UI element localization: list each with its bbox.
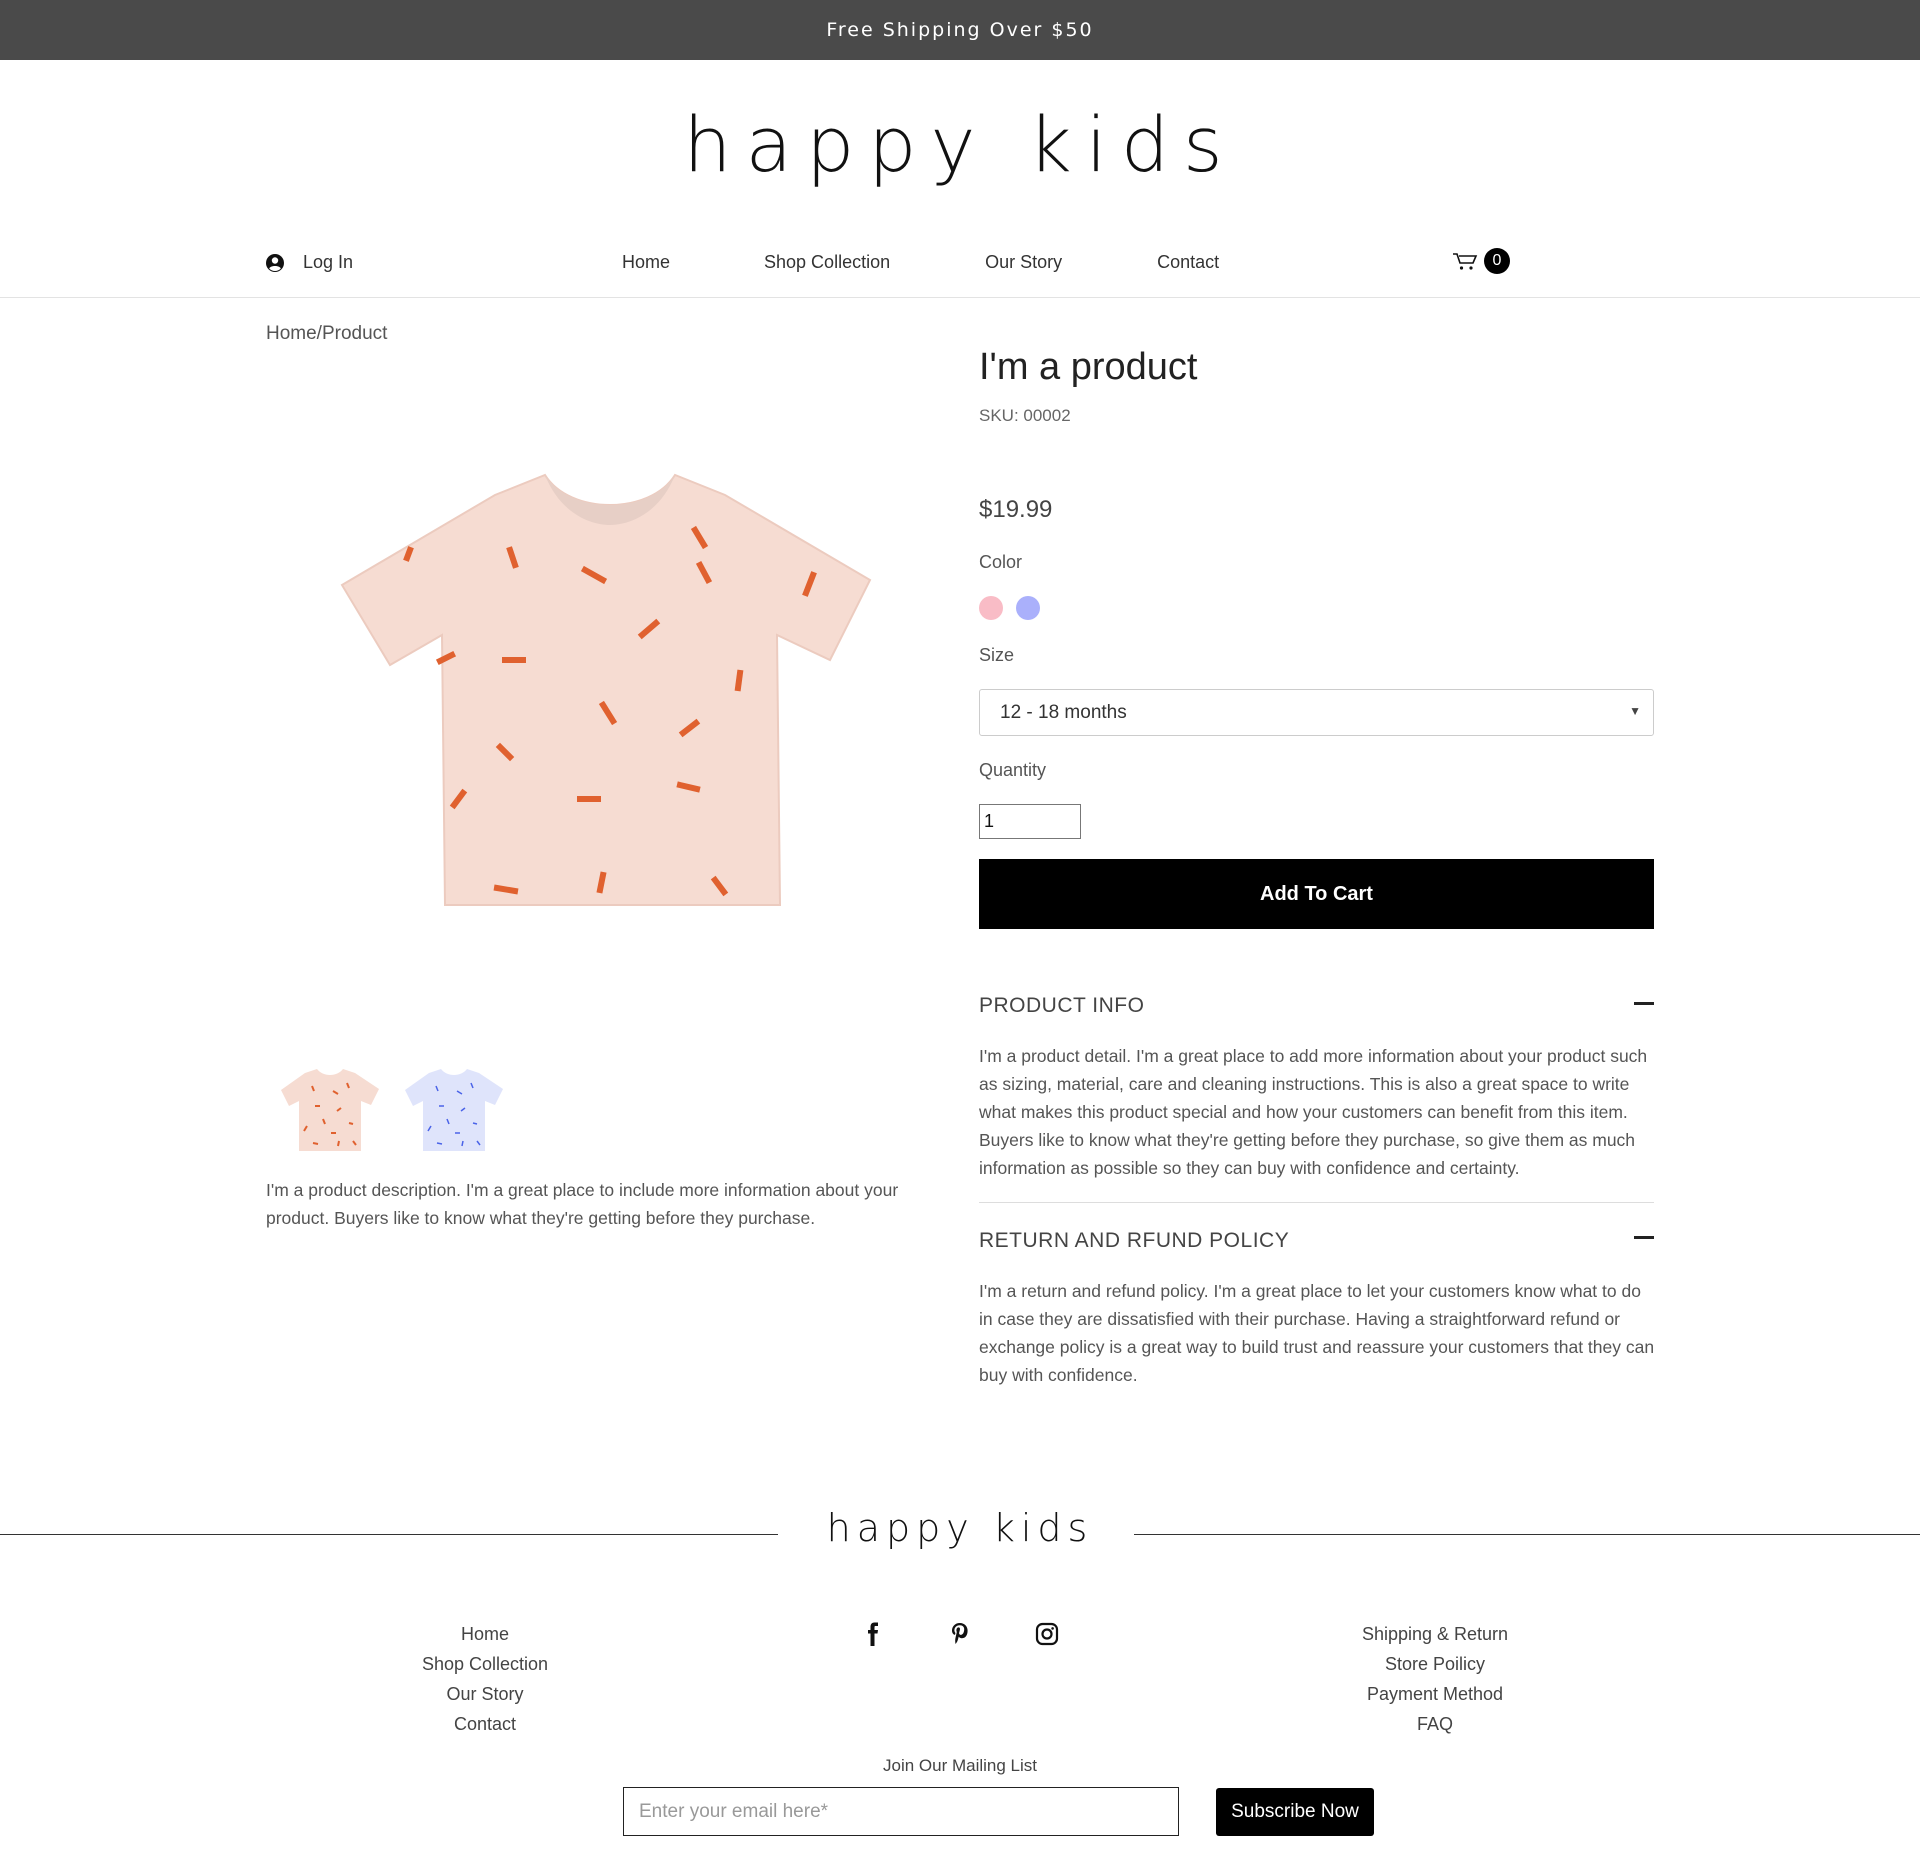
product-info-title[interactable]: PRODUCT INFO <box>979 994 1144 1018</box>
announcement-text: Free Shipping Over $50 <box>826 19 1094 41</box>
pinterest-icon[interactable] <box>948 1622 972 1646</box>
email-input[interactable]: Enter your email here* <box>623 1787 1179 1836</box>
product-sku: SKU: 00002 <box>979 406 1071 425</box>
site-logo[interactable]: happy kids <box>0 100 1920 189</box>
login-link[interactable]: Log In <box>265 252 353 273</box>
footer-link-store-policy[interactable]: Store Poilicy <box>1335 1649 1535 1679</box>
nav-item-our-story[interactable]: Our Story <box>985 252 1062 273</box>
footer-link-our-story[interactable]: Our Story <box>385 1679 585 1709</box>
subscribe-button[interactable]: Subscribe Now <box>1216 1788 1374 1836</box>
product-title: I'm a product <box>979 346 1198 388</box>
section-divider <box>979 1202 1654 1203</box>
product-thumbnail-blue[interactable] <box>401 1061 507 1157</box>
nav-menu: Home Shop Collection Our Story Contact <box>622 252 1219 273</box>
refund-policy-title[interactable]: RETURN AND RFUND POLICY <box>979 1229 1289 1253</box>
quantity-label: Quantity <box>979 760 1047 780</box>
footer-link-contact[interactable]: Contact <box>385 1709 585 1739</box>
color-swatch-blue[interactable] <box>1016 596 1040 620</box>
dropdown-arrow-icon: ▼ <box>1629 704 1641 718</box>
user-circle-icon <box>266 253 284 272</box>
footer-link-payment-method[interactable]: Payment Method <box>1335 1679 1535 1709</box>
size-select[interactable]: 12 - 18 months ▼ <box>979 689 1654 736</box>
refund-policy-text: I'm a return and refund policy. I'm a gr… <box>979 1281 1655 1385</box>
collapse-minus-icon[interactable] <box>1634 1002 1654 1005</box>
mailing-list-label: Join Our Mailing List <box>882 1756 1037 1775</box>
product-thumbnail-peach[interactable] <box>277 1061 383 1157</box>
footer-link-shipping-return[interactable]: Shipping & Return <box>1335 1619 1535 1649</box>
login-label: Log In <box>303 252 354 272</box>
breadcrumb[interactable]: Home/Product <box>266 323 387 345</box>
size-selected-value: 12 - 18 months <box>1000 701 1127 723</box>
add-to-cart-button[interactable]: Add To Cart <box>979 859 1654 929</box>
color-swatch-pink[interactable] <box>979 596 1003 620</box>
cart-count-badge: 0 <box>1484 248 1510 274</box>
size-label: Size <box>979 645 1015 665</box>
facebook-icon[interactable] <box>861 1622 885 1646</box>
nav-item-home[interactable]: Home <box>622 252 670 273</box>
main-nav: Log In Home Shop Collection Our Story Co… <box>0 244 1920 298</box>
product-main-image <box>340 473 872 906</box>
footer-link-home[interactable]: Home <box>385 1619 585 1649</box>
product-description: I'm a product description. I'm a great p… <box>266 1180 899 1228</box>
nav-item-shop-collection[interactable]: Shop Collection <box>764 252 890 273</box>
footer-link-faq[interactable]: FAQ <box>1335 1709 1535 1739</box>
collapse-minus-icon[interactable] <box>1634 1236 1654 1239</box>
color-label: Color <box>979 552 1023 572</box>
product-info-text: I'm a product detail. I'm a great place … <box>979 1046 1648 1178</box>
footer-link-shop-collection[interactable]: Shop Collection <box>385 1649 585 1679</box>
nav-item-contact[interactable]: Contact <box>1157 252 1219 273</box>
announcement-bar: Free Shipping Over $50 <box>0 0 1920 60</box>
instagram-icon[interactable] <box>1035 1622 1059 1646</box>
footer-logo[interactable]: happy kids <box>0 1506 1920 1550</box>
footer-info-links: Shipping & Return Store Poilicy Payment … <box>1335 1619 1535 1739</box>
cart-button[interactable]: 0 <box>1452 248 1510 274</box>
quantity-input[interactable]: 1 <box>979 804 1081 839</box>
cart-icon <box>1453 253 1478 270</box>
footer-nav-links: Home Shop Collection Our Story Contact <box>385 1619 585 1739</box>
product-price: $19.99 <box>979 496 1053 523</box>
